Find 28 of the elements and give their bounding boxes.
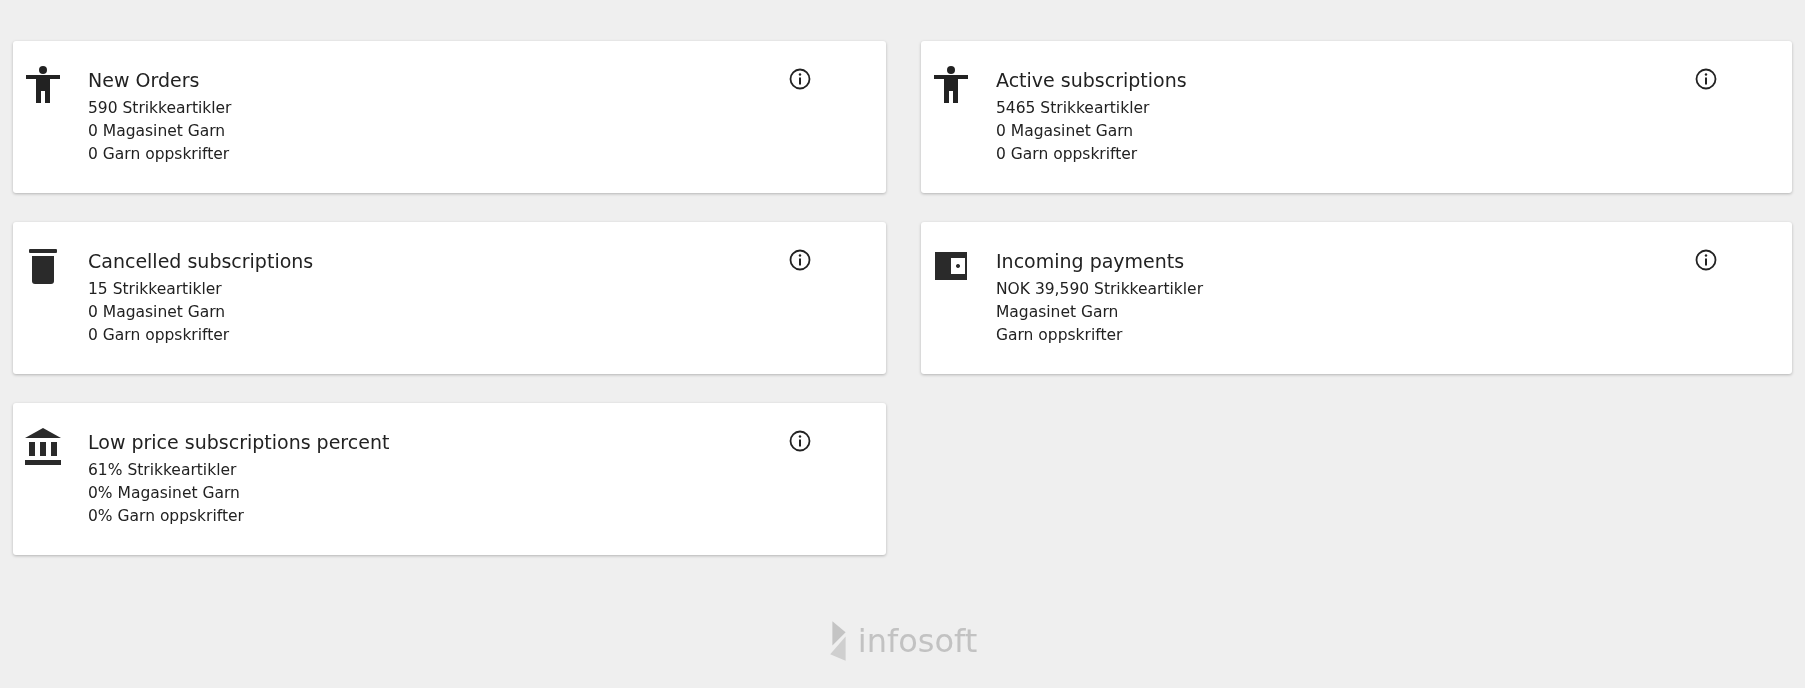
info-icon[interactable] (789, 249, 811, 271)
stat-line: 0 Garn oppskrifter (88, 325, 231, 346)
stat-line: 590 Strikkeartikler (88, 98, 233, 119)
stat-line: 5465 Strikkeartikler (996, 98, 1151, 119)
person-icon (23, 65, 63, 105)
stat-line: 0 Garn oppskrifter (88, 144, 231, 165)
stat-line: NOK 39,590 Strikkeartikler (996, 279, 1205, 300)
card-title: Cancelled subscriptions (88, 249, 315, 274)
stat-line: 0% Magasinet Garn (88, 483, 241, 504)
info-icon[interactable] (789, 68, 811, 90)
stat-line: 61% Strikkeartikler (88, 460, 238, 481)
stat-line: 0 Magasinet Garn (88, 302, 227, 323)
stat-line: 0% Garn oppskrifter (88, 506, 245, 527)
card-title: Active subscriptions (996, 68, 1188, 93)
info-icon[interactable] (1695, 68, 1717, 90)
stat-line: 0 Magasinet Garn (996, 121, 1135, 142)
stat-line: Garn oppskrifter (996, 325, 1124, 346)
info-icon[interactable] (789, 430, 811, 452)
card-title: New Orders (88, 68, 201, 93)
card-title: Low price subscriptions percent (88, 430, 391, 455)
stat-line: 0 Garn oppskrifter (996, 144, 1139, 165)
stat-line: Magasinet Garn (996, 302, 1120, 323)
bank-icon (23, 427, 63, 467)
stat-line: 0 Magasinet Garn (88, 121, 227, 142)
stat-line: 15 Strikkeartikler (88, 279, 223, 300)
person-icon (931, 65, 971, 105)
card-title: Incoming payments (996, 249, 1186, 274)
info-icon[interactable] (1695, 249, 1717, 271)
